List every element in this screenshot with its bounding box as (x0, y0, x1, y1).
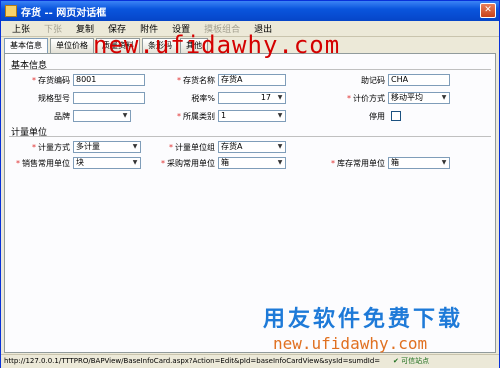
mnemonic-label: 助记码 (361, 76, 385, 85)
chevron-down-icon[interactable]: ▼ (275, 111, 285, 121)
chevron-down-icon[interactable]: ▼ (120, 111, 130, 121)
chevron-down-icon[interactable]: ▼ (439, 93, 449, 103)
dialog-window: 存货 -- 网页对话框 ✕ 上张 下张 复制 保存 附件 设置 摸板组合 退出 … (0, 0, 500, 368)
status-bar: http://127.0.0.1/TTTPRO/BAPView/BaseInfo… (1, 354, 499, 368)
app-icon (5, 5, 17, 17)
stock-unit-select[interactable]: 箱 ▼ (388, 157, 450, 169)
watermark-bottom-url: new.ufidawhy.com (273, 334, 428, 353)
brand-select[interactable]: ▼ (73, 110, 131, 122)
tax-label: 税率% (191, 94, 215, 103)
sales-unit-select[interactable]: 块 ▼ (73, 157, 141, 169)
tax-select[interactable]: 17 ▼ (218, 92, 286, 104)
tab-unit-price[interactable]: 单位价格 (50, 38, 94, 53)
chevron-down-icon[interactable]: ▼ (275, 93, 285, 103)
pricing-select[interactable]: 移动平均 ▼ (388, 92, 450, 104)
menu-item-prev[interactable]: 上张 (5, 22, 37, 35)
window-title: 存货 -- 网页对话框 (21, 7, 107, 19)
status-url: http://127.0.0.1/TTTPRO/BAPView/BaseInfo… (4, 357, 381, 365)
code-label: * 存货编码 (32, 76, 70, 85)
chevron-down-icon[interactable]: ▼ (439, 158, 449, 168)
measure-mode-label: * 计量方式 (32, 143, 70, 152)
watermark-bottom-title: 用友软件免费下载 (263, 307, 464, 332)
category-select[interactable]: 1 ▼ (218, 110, 286, 122)
code-input[interactable]: 8001 (73, 74, 145, 86)
measure-mode-select[interactable]: 多计量 ▼ (73, 141, 141, 153)
category-label: * 所属类别 (177, 112, 215, 121)
disabled-checkbox[interactable] (391, 111, 401, 121)
section-divider (9, 69, 491, 70)
trusted-zone-indicator: ✔ 可信站点 (393, 357, 430, 365)
unit-group-select[interactable]: 存货A ▼ (218, 141, 286, 153)
name-label: * 存货名称 (177, 76, 215, 85)
title-bar: 存货 -- 网页对话框 ✕ (1, 1, 499, 21)
chevron-down-icon[interactable]: ▼ (275, 142, 285, 152)
watermark-top: new.ufidawhy.com (93, 31, 341, 59)
chevron-down-icon[interactable]: ▼ (130, 142, 140, 152)
chevron-down-icon[interactable]: ▼ (275, 158, 285, 168)
spec-input[interactable] (73, 92, 145, 104)
disabled-label: 停用 (369, 112, 385, 121)
brand-label: 品牌 (54, 112, 70, 121)
chevron-down-icon[interactable]: ▼ (130, 158, 140, 168)
section-divider (9, 136, 491, 137)
purchase-unit-select[interactable]: 箱 ▼ (218, 157, 286, 169)
close-icon[interactable]: ✕ (480, 3, 496, 18)
purchase-unit-label: * 采购常用单位 (161, 159, 215, 168)
unit-group-label: * 计量单位组 (169, 143, 215, 152)
spec-label: 规格型号 (38, 94, 70, 103)
pricing-label: * 计价方式 (347, 94, 385, 103)
menu-item-next[interactable]: 下张 (37, 22, 69, 35)
stock-unit-label: * 库存常用单位 (331, 159, 385, 168)
name-input[interactable]: 存货A (218, 74, 286, 86)
window-controls: ✕ (480, 3, 496, 18)
sales-unit-label: * 销售常用单位 (16, 159, 70, 168)
tab-basic-info[interactable]: 基本信息 (4, 38, 48, 54)
mnemonic-input[interactable]: CHA (388, 74, 450, 86)
